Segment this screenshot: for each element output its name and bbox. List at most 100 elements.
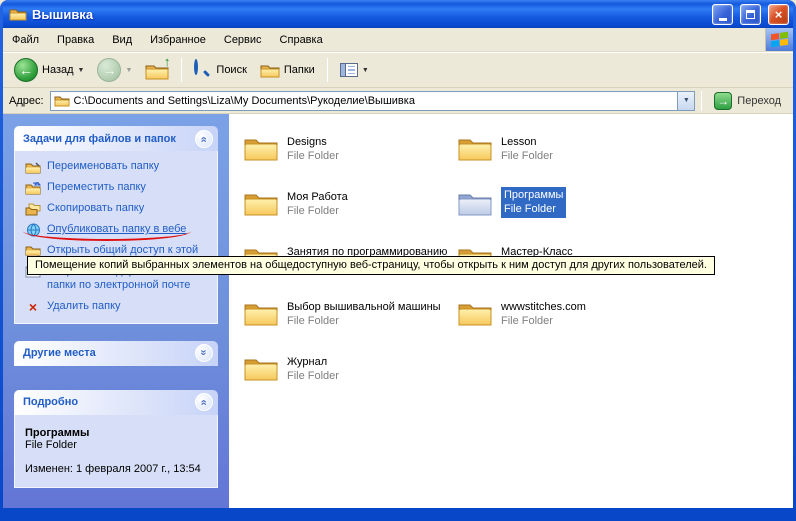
folders-label: Папки: [284, 64, 315, 76]
explorer-window: Вышивка × Файл Правка Вид Избранное Серв…: [0, 0, 796, 521]
forward-dropdown-icon: ▼: [125, 67, 132, 74]
windows-logo: [765, 28, 793, 51]
forward-icon: →: [97, 58, 121, 82]
task-move-folder[interactable]: Переместить папку: [25, 181, 211, 195]
rename-folder-icon: [25, 160, 41, 174]
back-dropdown-icon[interactable]: ▼: [78, 67, 85, 74]
search-label: Поиск: [216, 64, 246, 76]
details-title: Подробно: [23, 396, 78, 408]
folders-button[interactable]: Папки: [255, 59, 320, 81]
minimize-button[interactable]: [712, 4, 733, 25]
go-button[interactable]: → Переход: [708, 90, 787, 112]
file-name: Программы: [504, 188, 563, 202]
file-tile-programmy-selected[interactable]: ПрограммыFile Folder: [457, 187, 671, 242]
menu-favorites[interactable]: Избранное: [141, 28, 215, 51]
task-label: Опубликовать папку в вебе: [47, 223, 186, 237]
file-name: Моя Работа: [287, 190, 348, 204]
window-title: Вышивка: [32, 7, 705, 22]
collapse-chevron-icon[interactable]: «: [195, 130, 213, 148]
window-folder-icon: [9, 6, 27, 22]
file-folder-tasks-body: Переименовать папку Переместить папку: [14, 151, 218, 324]
task-delete-folder[interactable]: × Удалить папку: [25, 300, 211, 314]
address-dropdown-icon: ▼: [683, 97, 690, 104]
folder-icon-selected: [457, 188, 493, 218]
file-type: File Folder: [287, 369, 339, 383]
maximize-button[interactable]: [740, 4, 761, 25]
task-label: Переименовать папку: [47, 160, 159, 174]
file-tile-lesson[interactable]: LessonFile Folder: [457, 132, 671, 187]
menu-view[interactable]: Вид: [103, 28, 141, 51]
back-label: Назад: [42, 64, 74, 76]
go-label: Переход: [737, 95, 781, 107]
file-name: Выбор вышивальной машины: [287, 300, 441, 314]
close-button[interactable]: ×: [768, 4, 789, 25]
menu-tools[interactable]: Сервис: [215, 28, 271, 51]
task-rename-folder[interactable]: Переименовать папку: [25, 160, 211, 174]
back-icon: ←: [14, 58, 38, 82]
windows-flag-icon: [771, 32, 788, 47]
copy-folder-icon: [25, 202, 41, 216]
go-icon: →: [714, 92, 732, 110]
file-type: File Folder: [287, 204, 348, 218]
details-header[interactable]: Подробно «: [14, 390, 218, 415]
file-folder-tasks-header[interactable]: Задачи для файлов и папок «: [14, 126, 218, 151]
toolbar-separator: [181, 58, 182, 82]
close-icon: ×: [775, 8, 783, 21]
views-button[interactable]: ▼: [335, 60, 374, 80]
details-item-modified: Изменен: 1 февраля 2007 г., 13:54: [25, 463, 207, 475]
delete-icon: ×: [25, 300, 41, 314]
file-name: wwwstitches.com: [501, 300, 586, 314]
address-path[interactable]: C:\Documents and Settings\Liza\My Docume…: [74, 95, 678, 107]
toolbar-separator: [327, 58, 328, 82]
minimize-icon: [719, 18, 727, 21]
menu-file[interactable]: Файл: [3, 28, 48, 51]
task-publish-folder-web[interactable]: Опубликовать папку в вебе: [25, 223, 211, 237]
address-bar: Адрес: C:\Documents and Settings\Liza\My…: [3, 88, 793, 114]
file-name: Журнал: [287, 355, 339, 369]
up-arrow-icon: ↑: [164, 54, 171, 69]
forward-button[interactable]: → ▼: [92, 55, 137, 85]
details-panel: Подробно « Программы File Folder Изменен…: [14, 390, 218, 488]
file-tile-moya-rabota[interactable]: Моя РаботаFile Folder: [243, 187, 457, 242]
task-copy-folder[interactable]: Скопировать папку: [25, 202, 211, 216]
title-bar[interactable]: Вышивка ×: [3, 0, 793, 28]
menu-help[interactable]: Справка: [271, 28, 332, 51]
publish-tooltip: Помещение копий выбранных элементов на о…: [27, 256, 715, 275]
up-button[interactable]: ↑: [140, 57, 174, 83]
file-type: File Folder: [501, 314, 586, 328]
client-area: Задачи для файлов и папок « Переименоват…: [3, 114, 793, 508]
address-folder-icon: [54, 94, 70, 107]
expand-chevron-icon[interactable]: «: [195, 344, 213, 362]
publish-web-icon: [25, 223, 41, 237]
file-tile-zhurnal[interactable]: ЖурналFile Folder: [243, 352, 457, 407]
details-item-name: Программы: [25, 427, 207, 439]
other-places-header[interactable]: Другие места «: [14, 341, 218, 366]
details-item-type: File Folder: [25, 439, 207, 451]
menu-bar: Файл Правка Вид Избранное Сервис Справка: [3, 28, 793, 52]
address-combobox[interactable]: C:\Documents and Settings\Liza\My Docume…: [50, 91, 696, 111]
other-places-panel: Другие места «: [14, 341, 218, 366]
address-label: Адрес:: [9, 95, 44, 107]
other-places-title: Другие места: [23, 347, 96, 359]
move-folder-icon: [25, 181, 41, 195]
file-folder-tasks-panel: Задачи для файлов и папок « Переименоват…: [14, 126, 218, 324]
search-icon: [194, 61, 212, 79]
folder-icon: [243, 298, 279, 328]
search-button[interactable]: Поиск: [189, 58, 251, 82]
file-type: File Folder: [501, 149, 553, 163]
file-list-area[interactable]: DesignsFile Folder LessonFile Folder Моя…: [229, 114, 793, 508]
folders-icon: [260, 62, 280, 78]
file-type: File Folder: [504, 202, 563, 216]
file-tile-wwwstitches[interactable]: wwwstitches.comFile Folder: [457, 297, 671, 352]
maximize-icon: [746, 10, 755, 19]
address-dropdown-button[interactable]: ▼: [677, 92, 694, 110]
file-tile-vybor-mashiny[interactable]: Выбор вышивальной машиныFile Folder: [243, 297, 457, 352]
file-name: Designs: [287, 135, 339, 149]
file-tile-designs[interactable]: DesignsFile Folder: [243, 132, 457, 187]
address-separator: [701, 91, 702, 111]
views-icon: [340, 63, 358, 77]
menu-edit[interactable]: Правка: [48, 28, 103, 51]
task-pane-sidebar: Задачи для файлов и папок « Переименоват…: [3, 114, 229, 508]
collapse-chevron-icon[interactable]: «: [195, 393, 213, 411]
back-button[interactable]: ← Назад ▼: [9, 55, 89, 85]
